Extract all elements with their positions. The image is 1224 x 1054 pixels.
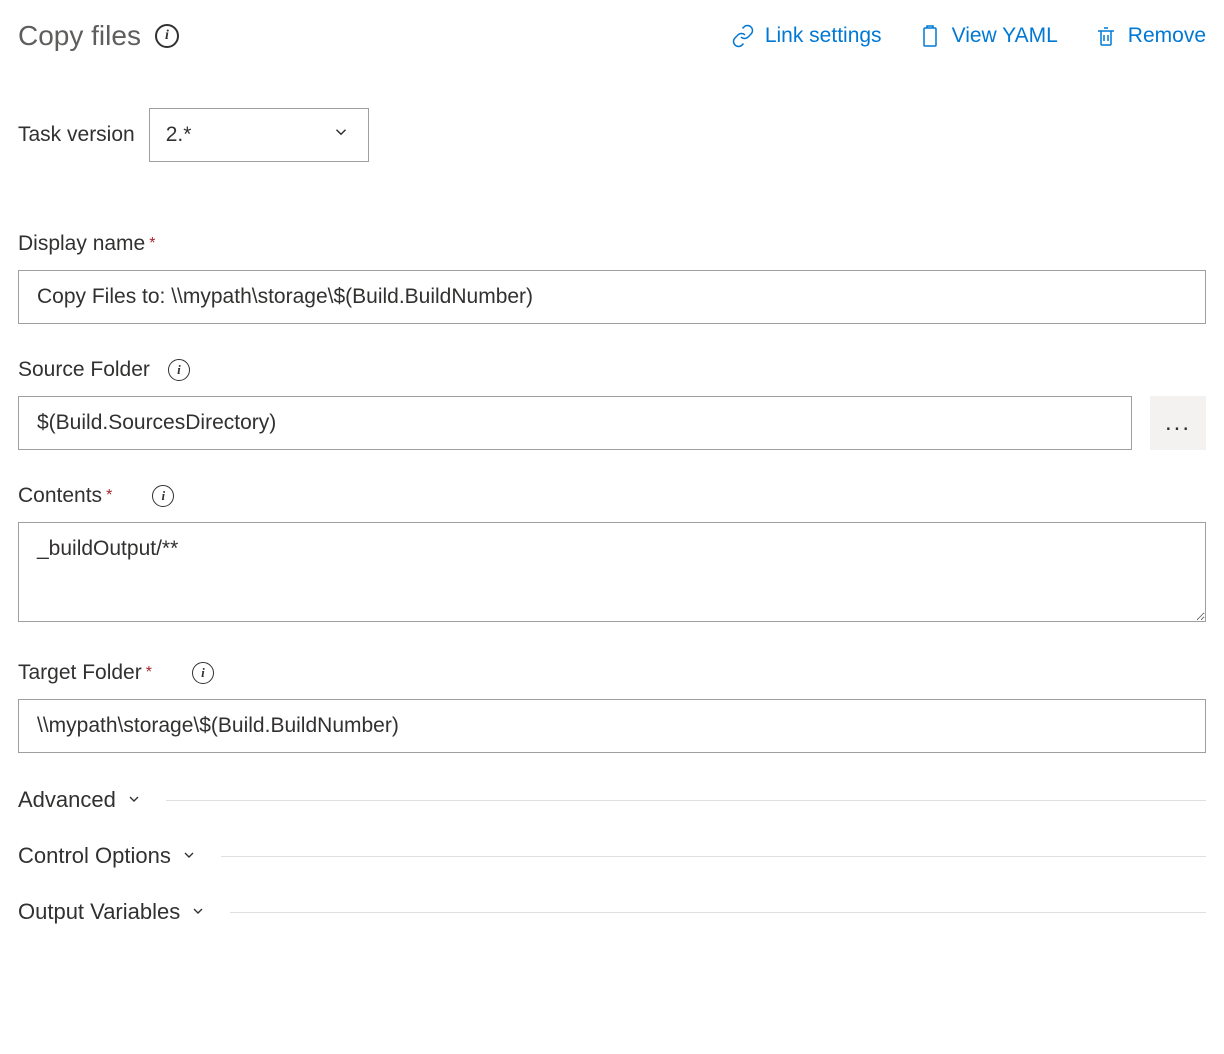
output-variables-label: Output Variables	[18, 899, 180, 925]
section-divider	[221, 856, 1206, 857]
chevron-down-icon	[190, 899, 206, 925]
source-folder-label: Source Folder	[18, 358, 150, 382]
control-options-label: Control Options	[18, 843, 171, 869]
remove-label: Remove	[1128, 24, 1206, 48]
remove-button[interactable]: Remove	[1094, 24, 1206, 48]
advanced-label: Advanced	[18, 787, 116, 813]
source-folder-input-row: ...	[18, 396, 1206, 450]
task-title: Copy files	[18, 20, 141, 52]
clipboard-icon	[918, 24, 942, 48]
source-folder-input[interactable]	[18, 396, 1132, 450]
contents-group: Contents * _buildOutput/**	[18, 484, 1206, 627]
browse-button[interactable]: ...	[1150, 396, 1206, 450]
link-settings-label: Link settings	[765, 24, 882, 48]
target-folder-label: Target Folder	[18, 661, 142, 685]
control-options-section-toggle[interactable]: Control Options	[18, 843, 1206, 869]
required-indicator: *	[146, 664, 152, 682]
chevron-down-icon	[126, 787, 142, 813]
contents-textarea[interactable]: _buildOutput/**	[18, 522, 1206, 622]
output-variables-section-toggle[interactable]: Output Variables	[18, 899, 1206, 925]
required-indicator: *	[149, 235, 155, 253]
target-folder-input[interactable]	[18, 699, 1206, 753]
task-version-row: Task version 2.*	[18, 108, 1206, 162]
trash-icon	[1094, 24, 1118, 48]
section-divider	[230, 912, 1206, 913]
link-icon	[731, 24, 755, 48]
chevron-down-icon	[332, 123, 350, 147]
header-actions: Link settings View YAML Remove	[731, 24, 1206, 48]
section-divider	[166, 800, 1206, 801]
link-settings-button[interactable]: Link settings	[731, 24, 882, 48]
info-icon[interactable]	[152, 485, 174, 507]
display-name-label: Display name	[18, 232, 145, 256]
chevron-down-icon	[181, 843, 197, 869]
view-yaml-label: View YAML	[952, 24, 1058, 48]
contents-label: Contents	[18, 484, 102, 508]
display-name-input[interactable]	[18, 270, 1206, 324]
source-folder-label-row: Source Folder	[18, 358, 1206, 382]
target-folder-label-row: Target Folder *	[18, 661, 1206, 685]
info-icon[interactable]	[168, 359, 190, 381]
info-icon[interactable]	[155, 24, 179, 48]
task-version-select[interactable]: 2.*	[149, 108, 369, 162]
required-indicator: *	[106, 487, 112, 505]
target-folder-group: Target Folder *	[18, 661, 1206, 753]
info-icon[interactable]	[192, 662, 214, 684]
task-header: Copy files Link settings View YAML Remov…	[18, 20, 1206, 52]
display-name-group: Display name *	[18, 232, 1206, 324]
source-folder-group: Source Folder ...	[18, 358, 1206, 450]
title-group: Copy files	[18, 20, 179, 52]
task-version-label: Task version	[18, 123, 135, 147]
task-version-value: 2.*	[166, 123, 192, 147]
display-name-label-row: Display name *	[18, 232, 1206, 256]
advanced-section-toggle[interactable]: Advanced	[18, 787, 1206, 813]
view-yaml-button[interactable]: View YAML	[918, 24, 1058, 48]
contents-label-row: Contents *	[18, 484, 1206, 508]
